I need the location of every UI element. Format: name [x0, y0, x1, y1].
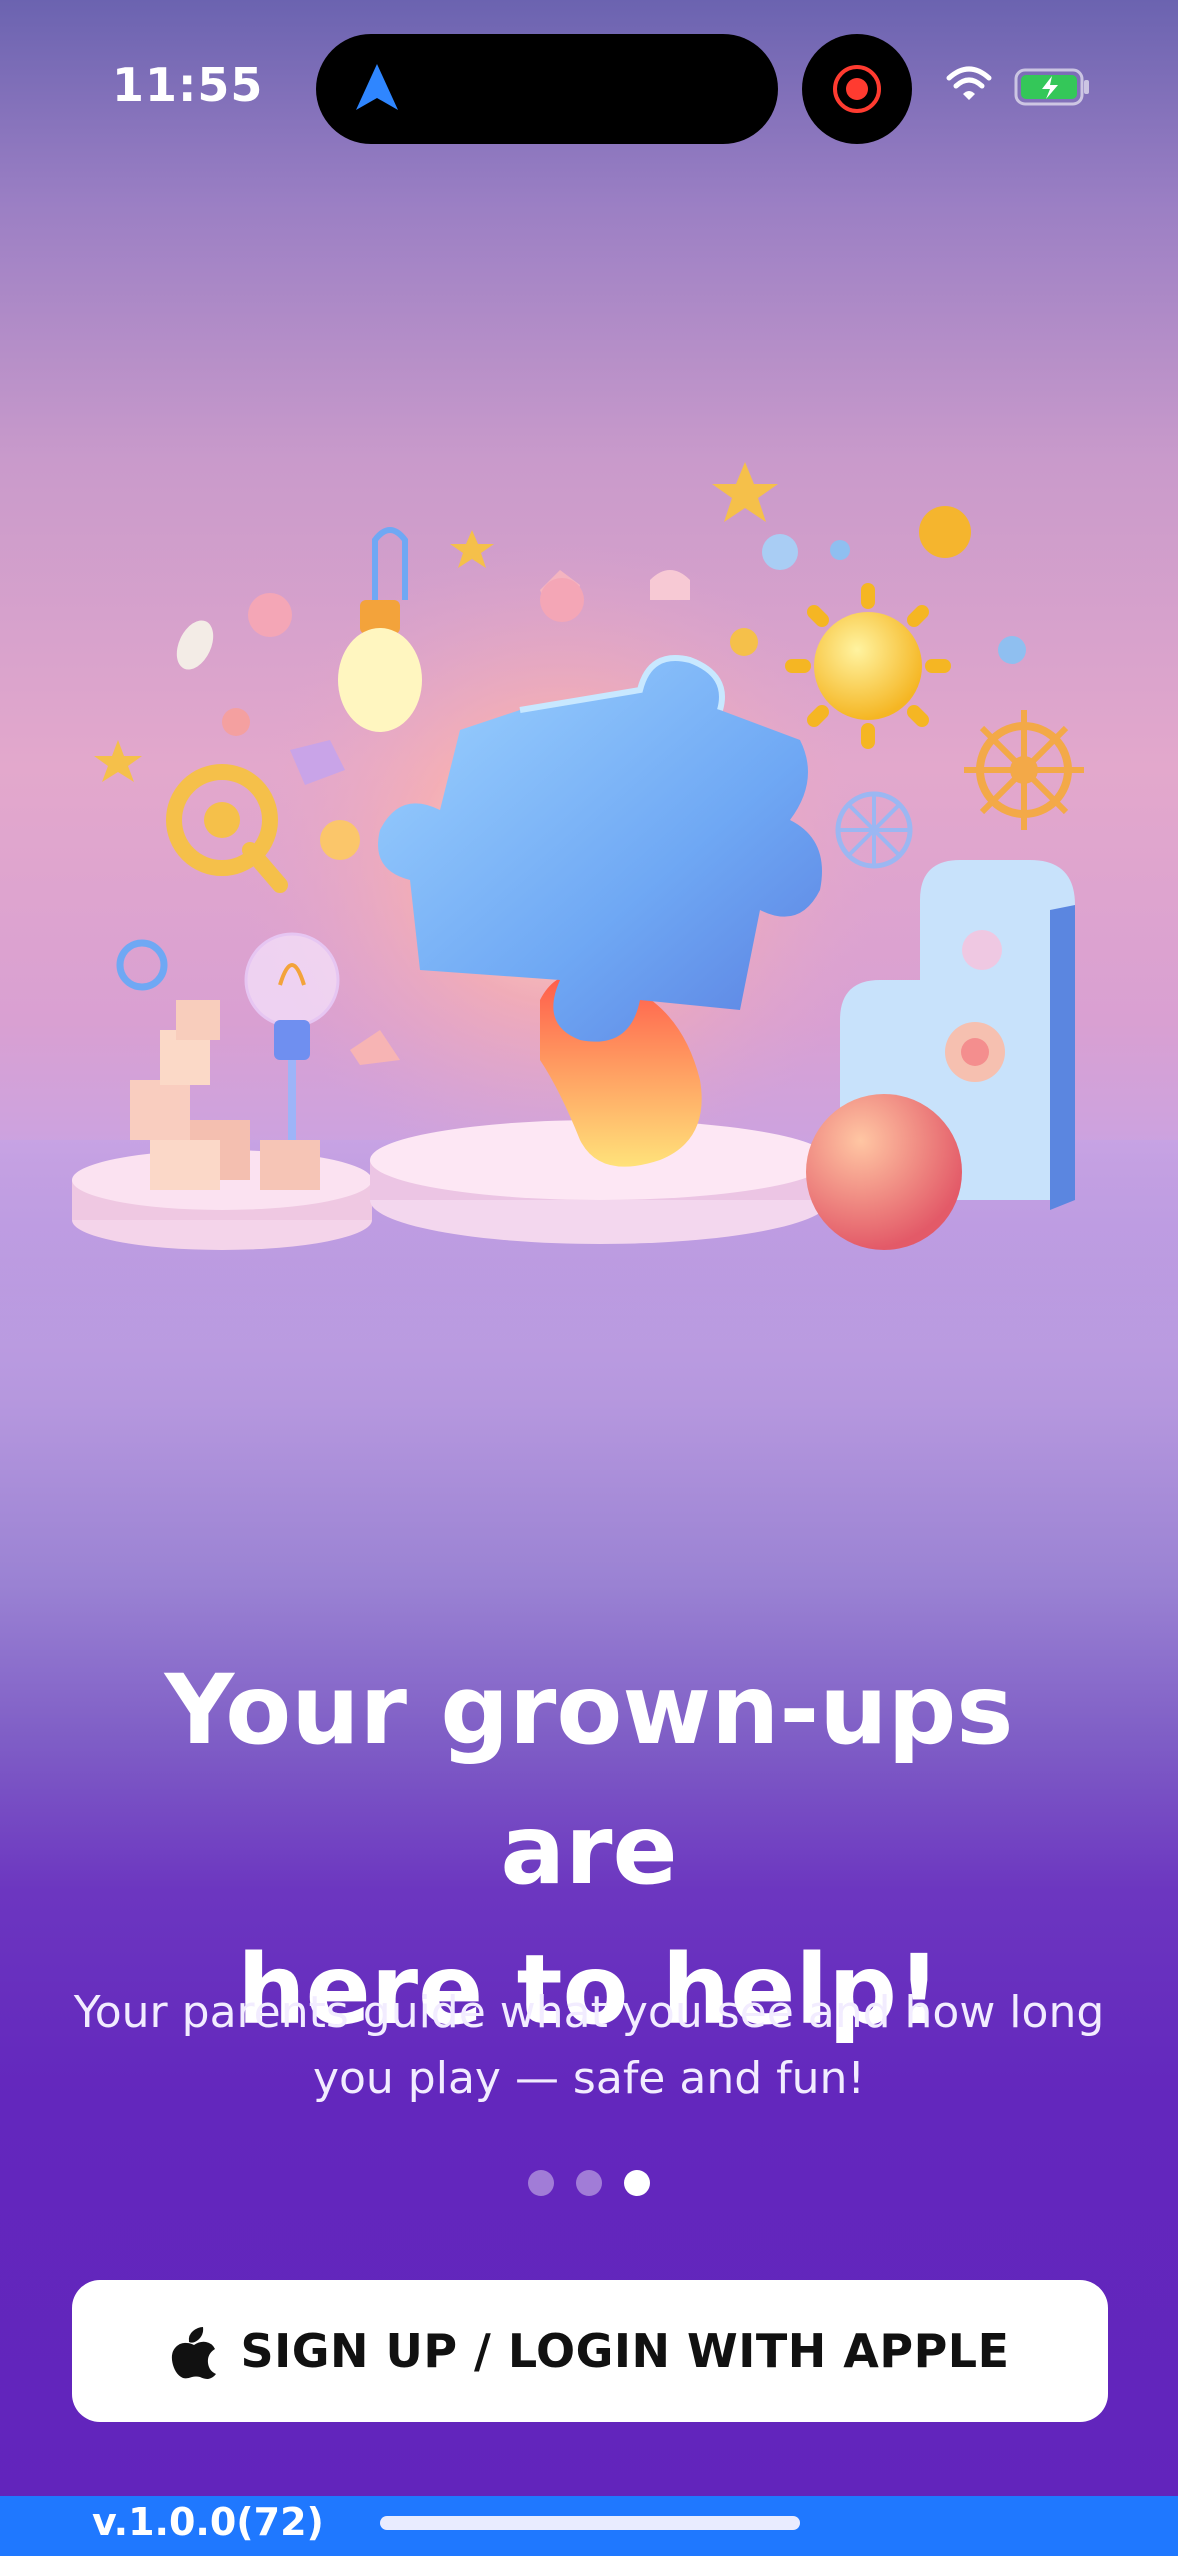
- status-time: 11:55: [112, 58, 264, 112]
- navigation-arrow-icon: [356, 64, 398, 110]
- page-dot-2[interactable]: [576, 2170, 602, 2196]
- onboarding-subtext: Your parents guide what you see and how …: [60, 1980, 1118, 2112]
- page-dot-1[interactable]: [528, 2170, 554, 2196]
- app-version: v.1.0.0(72): [92, 2500, 324, 2544]
- subtext-line-1: Your parents guide what you see and how …: [73, 1987, 1105, 2038]
- screen-record-indicator[interactable]: [802, 34, 912, 144]
- page-indicator: [0, 2170, 1178, 2200]
- apple-login-label: SIGN UP / LOGIN WITH APPLE: [240, 2324, 1010, 2378]
- page-dot-3-active[interactable]: [624, 2170, 650, 2196]
- dynamic-island[interactable]: [316, 34, 778, 144]
- onboarding-screen: 11:55 Your grown-ups are here to help! Y…: [0, 0, 1178, 2556]
- subtext-line-2: you play — safe and fun!: [312, 2053, 866, 2104]
- screen-record-icon: [833, 65, 881, 113]
- home-indicator[interactable]: [380, 2516, 800, 2530]
- battery-charging-icon: [1014, 68, 1089, 106]
- headline-line-1: Your grown-ups are: [164, 1654, 1014, 1906]
- wifi-icon: [946, 66, 992, 100]
- apple-login-button[interactable]: SIGN UP / LOGIN WITH APPLE: [72, 2280, 1108, 2422]
- puzzle-piece-toys-illustration: [0, 462, 1178, 1340]
- apple-logo-icon: [172, 2327, 217, 2379]
